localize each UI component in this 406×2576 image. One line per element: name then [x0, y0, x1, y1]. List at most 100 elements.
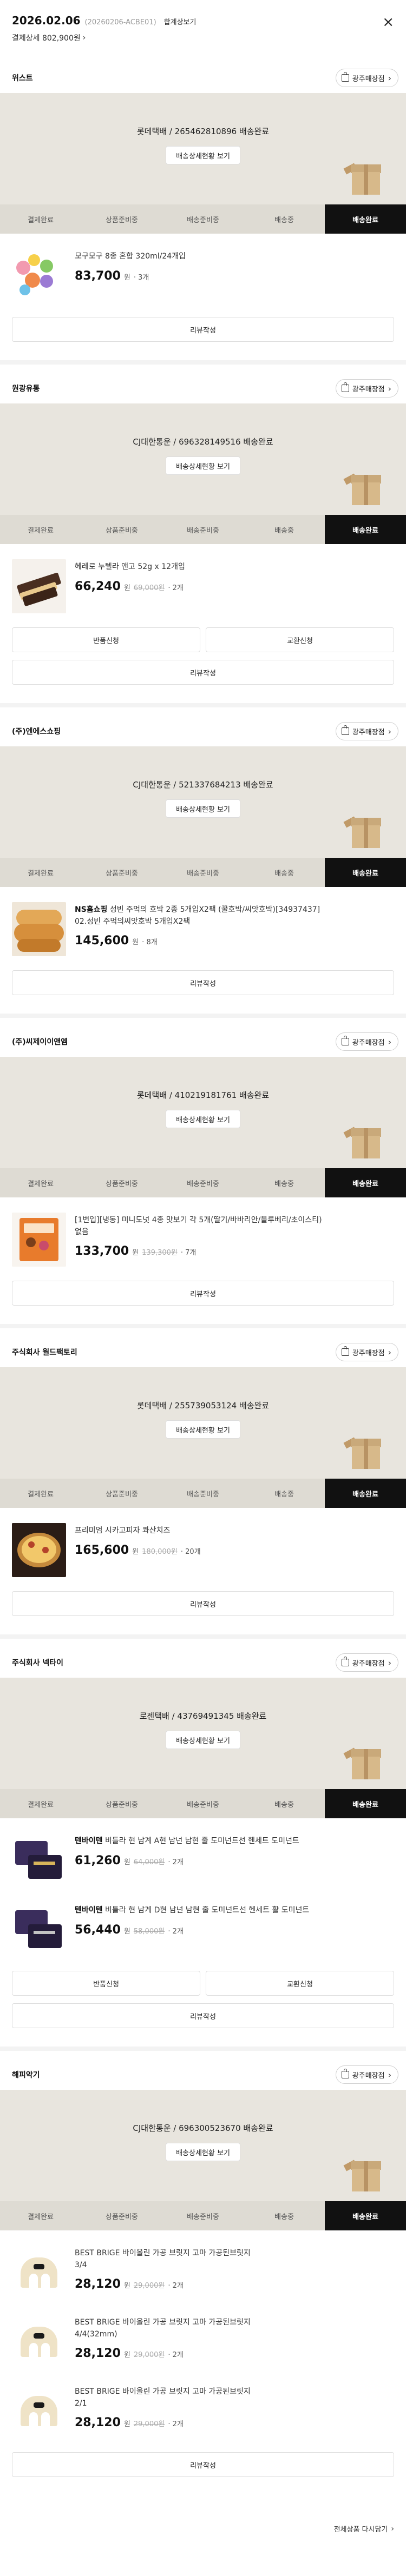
product-item[interactable]: 프리미엄 시카고피자 콰산치즈 165,600 원 180,000원 · 20개: [0, 1508, 406, 1577]
seller-name: (주)엔에스쇼핑: [12, 727, 61, 736]
chevron-right-icon: ›: [391, 2524, 394, 2533]
product-image: [12, 2246, 66, 2300]
tracking-detail-button[interactable]: 배송상세현황 보기: [166, 2143, 240, 2161]
tracking-detail-button[interactable]: 배송상세현황 보기: [166, 1110, 240, 1128]
delivery-steps: 결제완료 상품준비중 배송준비중 배송중 배송완료: [0, 1479, 406, 1508]
review-button[interactable]: 리뷰작성: [12, 2452, 394, 2477]
product-item[interactable]: 텐바이텐 비틀라 현 남계 D현 남넌 남현 줄 도미넌트선 헨세트 활 도미넌…: [0, 1888, 406, 1957]
shopping-bag-icon: [341, 1036, 349, 1045]
store-link-button[interactable]: 광주매장점 ›: [335, 379, 398, 398]
currency-label: 원: [123, 584, 130, 592]
delivery-steps: 결제완료 상품준비중 배송준비중 배송중 배송완료: [0, 515, 406, 544]
tracking-detail-button[interactable]: 배송상세현황 보기: [166, 1731, 240, 1749]
step-preparing-product: 상품준비중: [106, 1180, 138, 1188]
step-paid: 결제완료: [28, 1180, 54, 1188]
shopping-bag-icon: [341, 1346, 349, 1356]
original-price: 139,300원: [142, 1249, 178, 1257]
product-item[interactable]: 헤레로 누텔라 앤고 52g x 12개입 66,240 원 69,000원 ·…: [0, 544, 406, 613]
seller-section: 해피악기 광주매장점 › CJ대한통운 / 696300523670 배송완료 …: [0, 2051, 406, 2495]
tracking-detail-button[interactable]: 배송상세현황 보기: [166, 799, 240, 818]
claim-buttons: 반품신청 교환신청: [12, 1971, 394, 1996]
product-item[interactable]: 모구모구 8종 혼합 320ml/24개입 83,700 원 · 3개: [0, 234, 406, 303]
product-image: [12, 1903, 66, 1957]
chevron-right-icon: ›: [388, 72, 391, 83]
return-button[interactable]: 반품신청: [12, 627, 200, 652]
tracking-info: CJ대한통운 / 696328149516 배송완료: [133, 437, 273, 447]
exchange-button[interactable]: 교환신청: [206, 1971, 394, 1996]
product-qty: · 7개: [180, 1249, 197, 1257]
step-preparing-product: 상품준비중: [106, 869, 138, 878]
product-item[interactable]: [1번입][냉동] 미니도넛 4종 맛보기 각 5개(딸기/바바리안/블루베리/…: [0, 1197, 406, 1267]
payment-detail-link[interactable]: 결제상세 802,900원 ›: [12, 32, 394, 43]
step-preparing-product: 상품준비중: [106, 1490, 138, 1499]
seller-section: (주)씨제이이앤엠 광주매장점 › 롯데택배 / 410219181761 배송…: [0, 1018, 406, 1324]
step-preparing-shipping: 배송준비중: [187, 1180, 219, 1188]
seller-name: 주식회사 넥타이: [12, 1659, 64, 1667]
step-preparing-product: 상품준비중: [106, 526, 138, 535]
store-link-button[interactable]: 광주매장점 ›: [335, 722, 398, 740]
review-button[interactable]: 리뷰작성: [12, 317, 394, 342]
currency-label: 원: [123, 2282, 130, 2290]
currency-label: 원: [123, 2351, 130, 2360]
product-price: 133,700: [75, 1244, 129, 1259]
chevron-right-icon: ›: [388, 1657, 391, 1668]
exchange-button[interactable]: 교환신청: [206, 627, 394, 652]
store-link-label: 광주매장점: [352, 2071, 385, 2080]
store-link-button[interactable]: 광주매장점 ›: [335, 1032, 398, 1051]
original-price: 58,000원: [133, 1927, 165, 1936]
store-link-button[interactable]: 광주매장점 ›: [335, 69, 398, 87]
product-brand: 텐바이텐: [75, 1837, 103, 1845]
product-price: 83,700: [75, 269, 121, 283]
store-link-button[interactable]: 광주매장점 ›: [335, 1343, 398, 1361]
product-item[interactable]: NS홈쇼핑 성빈 주먹의 호박 2종 5개입X2팩 (꿀호박/씨앗호박)[349…: [0, 887, 406, 956]
product-price: 56,440: [75, 1923, 121, 1937]
product-qty: · 20개: [180, 1547, 201, 1556]
section-divider: [0, 1014, 406, 1018]
store-link-label: 광주매장점: [352, 385, 385, 394]
tracking-detail-button[interactable]: 배송상세현황 보기: [166, 456, 240, 475]
section-divider: [0, 2047, 406, 2051]
return-button[interactable]: 반품신청: [12, 1971, 200, 1996]
review-button[interactable]: 리뷰작성: [12, 660, 394, 685]
store-link-button[interactable]: 광주매장점 ›: [335, 2065, 398, 2084]
currency-label: 원: [132, 1547, 139, 1556]
close-icon[interactable]: ×: [382, 15, 394, 29]
product-item[interactable]: BEST BRIGE 바이올린 가공 브릿지 고마 가공된브릿지 4/4(32m…: [0, 2300, 406, 2369]
product-qty: · 2개: [168, 2351, 184, 2360]
currency-label: 원: [123, 273, 130, 282]
tracking-info: 롯데택배 / 265462810896 배송완료: [136, 127, 270, 136]
currency-label: 원: [123, 1927, 130, 1936]
product-qty: · 2개: [168, 1858, 184, 1866]
order-date: 2026.02.06: [12, 14, 81, 27]
delivery-status-panel: 롯데택배 / 410219181761 배송완료 배송상세현황 보기 결제완료 …: [0, 1057, 406, 1197]
step-delivered: 배송완료: [325, 1168, 406, 1197]
product-item[interactable]: BEST BRIGE 바이올린 가공 브릿지 고마 가공된브릿지 3/4 28,…: [0, 2230, 406, 2300]
product-item[interactable]: 텐바이텐 비틀라 현 남계 A현 남넌 남현 줄 도미넌트선 헨세트 도미넌트 …: [0, 1818, 406, 1888]
delivery-steps: 결제완료 상품준비중 배송준비중 배송중 배송완료: [0, 1789, 406, 1818]
step-paid: 결제완료: [28, 216, 54, 224]
product-item[interactable]: BEST BRIGE 바이올린 가공 브릿지 고마 가공된브릿지 2/1 28,…: [0, 2369, 406, 2438]
tracking-detail-button[interactable]: 배송상세현황 보기: [166, 146, 240, 164]
chevron-right-icon: ›: [388, 1347, 391, 1357]
product-option: 3/4: [75, 2260, 87, 2269]
receipt-link[interactable]: 합계상보기: [164, 16, 197, 27]
shopping-bag-icon: [341, 725, 349, 735]
product-name: [1번입][냉동] 미니도넛 4종 맛보기 각 5개(딸기/바바리안/블루베리/…: [75, 1216, 322, 1224]
product-qty: · 2개: [168, 1927, 184, 1936]
product-name: 텐바이텐 비틀라 현 남계 A현 남넌 남현 줄 도미넌트선 헨세트 도미넌트: [75, 1837, 299, 1845]
review-button[interactable]: 리뷰작성: [12, 2003, 394, 2028]
section-divider: [0, 360, 406, 365]
product-option: 없음: [75, 1227, 89, 1236]
tracking-detail-button[interactable]: 배송상세현황 보기: [166, 1420, 240, 1439]
original-price: 69,000원: [133, 584, 165, 592]
review-button[interactable]: 리뷰작성: [12, 1591, 394, 1616]
review-button[interactable]: 리뷰작성: [12, 1281, 394, 1306]
reorder-all-button[interactable]: 전체상품 다시담기 ›: [334, 2524, 394, 2534]
step-shipping: 배송중: [274, 1800, 294, 1809]
tracking-info: 롯데택배 / 410219181761 배송완료: [136, 1090, 270, 1100]
review-button[interactable]: 리뷰작성: [12, 970, 394, 995]
product-option: 02.성빈 주먹의씨앗호박 5개입X2팩: [75, 917, 191, 926]
delivery-status-panel: CJ대한통운 / 521337684213 배송완료 배송상세현황 보기 결제완…: [0, 746, 406, 887]
store-link-button[interactable]: 광주매장점 ›: [335, 1653, 398, 1672]
delivery-box-icon: [343, 816, 381, 848]
